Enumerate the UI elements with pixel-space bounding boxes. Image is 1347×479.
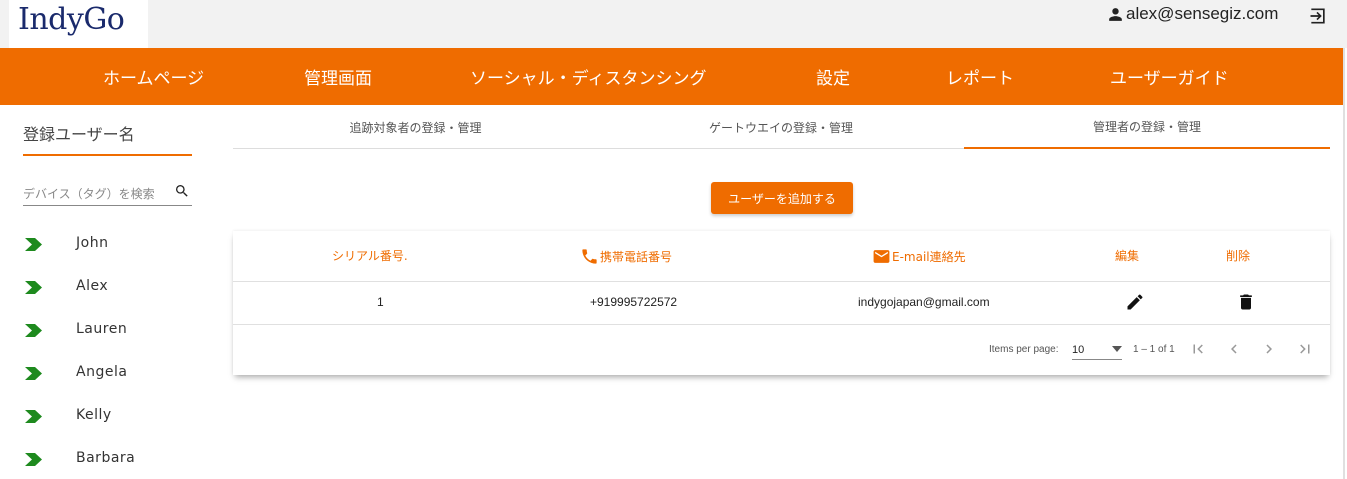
header-email: E-mail連絡先 [872, 247, 966, 266]
logo: IndyGo [9, 0, 148, 48]
header-phone-label: 携帯電話番号 [600, 250, 673, 264]
sidebar-user-barbara[interactable]: Barbara [25, 450, 205, 474]
chevron-arrow-icon [25, 453, 42, 466]
chevron-arrow-icon [25, 367, 42, 380]
nav-admin[interactable]: 管理画面 [304, 64, 372, 89]
sidebar-user-name: John [76, 235, 109, 251]
tab-gateways[interactable]: ゲートウエイの登録・管理 [598, 105, 964, 149]
last-page-icon[interactable] [1296, 340, 1314, 358]
edit-icon[interactable] [1125, 292, 1145, 312]
header-serial: シリアル番号. [332, 247, 408, 264]
nav-settings[interactable]: 設定 [816, 64, 850, 89]
previous-page-icon[interactable] [1225, 340, 1243, 358]
user-email: alex@sensegiz.com [1126, 4, 1279, 23]
cell-email: indygojapan@gmail.com [858, 295, 990, 309]
header-phone: 携帯電話番号 [580, 247, 672, 266]
delete-icon[interactable] [1236, 292, 1256, 312]
sidebar-title-underline [23, 154, 192, 156]
page-size-value: 10 [1072, 344, 1085, 356]
device-search-input[interactable]: デバイス（タグ）を検索 [23, 183, 192, 206]
sidebar-user-name: Lauren [76, 321, 128, 337]
nav-home[interactable]: ホームページ [103, 64, 204, 89]
header-delete-label: 削除 [1226, 249, 1251, 263]
sidebar-user-kelly[interactable]: Kelly [25, 407, 205, 431]
page-range-label: 1 – 1 of 1 [1133, 344, 1175, 355]
nav-reports[interactable]: レポート [946, 64, 1014, 89]
chevron-arrow-icon [25, 238, 42, 251]
nav-social-distancing[interactable]: ソーシャル・ディスタンシング [470, 64, 706, 89]
person-icon [1109, 7, 1122, 21]
sidebar-user-angela[interactable]: Angela [25, 364, 205, 388]
tab-tracked-persons[interactable]: 追跡対象者の登録・管理 [233, 105, 598, 149]
sidebar-user-name: Barbara [76, 450, 136, 466]
chevron-arrow-icon [25, 410, 42, 423]
phone-icon [582, 249, 597, 264]
search-icon[interactable] [174, 183, 190, 199]
sidebar-user-name: Kelly [76, 407, 112, 423]
first-page-icon[interactable] [1189, 340, 1207, 358]
chevron-arrow-icon [25, 281, 42, 294]
sidebar: 登録ユーザー名 デバイス（タグ）を検索 John Alex Lauren Ang… [0, 105, 212, 479]
cell-serial: 1 [377, 295, 384, 309]
logout-icon[interactable] [1308, 6, 1328, 26]
sidebar-user-lauren[interactable]: Lauren [25, 321, 205, 345]
top-bar: IndyGo alex@sensegiz.com [0, 0, 1347, 48]
page-divider [1343, 48, 1345, 479]
sidebar-user-name: Alex [76, 278, 109, 294]
user-account[interactable]: alex@sensegiz.com [1106, 4, 1278, 24]
search-placeholder: デバイス（タグ）を検索 [23, 187, 155, 201]
admin-table: シリアル番号. 携帯電話番号 E-mail連絡先 編集 削除 1 +919995… [233, 231, 1330, 375]
cell-phone: +919995722572 [590, 295, 678, 309]
main-nav: ホームページ 管理画面 ソーシャル・ディスタンシング 設定 レポート ユーザーガ… [0, 48, 1343, 105]
header-delete: 削除 [1226, 247, 1250, 264]
page-size-select[interactable]: 10 [1072, 340, 1122, 360]
add-user-button[interactable]: ユーザーを追加する [711, 182, 853, 214]
sidebar-title: 登録ユーザー名 [23, 125, 135, 144]
items-per-page-label: Items per page: [989, 344, 1059, 355]
mail-icon [873, 250, 890, 263]
tab-administrators[interactable]: 管理者の登録・管理 [964, 105, 1330, 149]
header-email-label: E-mail連絡先 [892, 250, 966, 264]
sidebar-user-alex[interactable]: Alex [25, 278, 205, 302]
header-divider [233, 281, 1330, 282]
sub-tabs: 追跡対象者の登録・管理 ゲートウエイの登録・管理 管理者の登録・管理 [233, 105, 1330, 149]
nav-user-guide[interactable]: ユーザーガイド [1110, 64, 1229, 89]
chevron-arrow-icon [25, 324, 42, 337]
next-page-icon[interactable] [1260, 340, 1278, 358]
row-divider [233, 324, 1330, 325]
sidebar-user-name: Angela [76, 364, 128, 380]
header-edit: 編集 [1115, 247, 1139, 264]
header-serial-label: シリアル番号. [332, 249, 408, 263]
dropdown-arrow-icon [1112, 346, 1122, 352]
logo-text: IndyGo [18, 2, 125, 37]
header-edit-label: 編集 [1115, 249, 1140, 263]
sidebar-user-john[interactable]: John [25, 235, 205, 259]
